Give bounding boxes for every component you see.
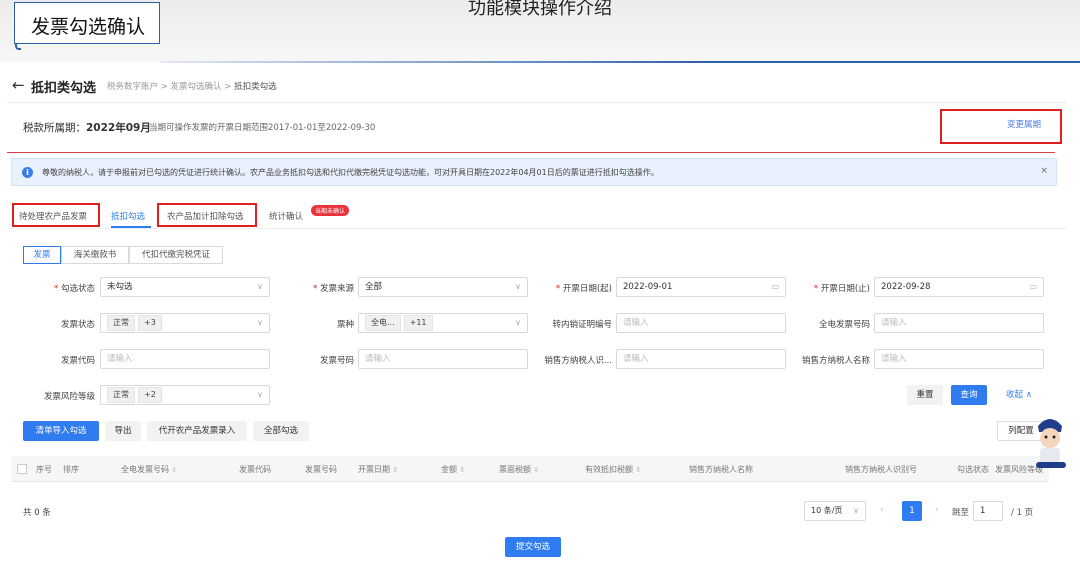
back-arrow-icon[interactable]: ← xyxy=(12,76,25,94)
breadcrumb: 税务数字账户 > 发票勾选确认 > 抵扣类勾选 xyxy=(107,82,277,92)
number-label: 发票号码 xyxy=(319,356,354,366)
col-full-number[interactable]: 全电发票号码 ⇕ xyxy=(121,464,177,475)
assistant-mascot-icon[interactable] xyxy=(1030,410,1070,470)
total-pages: / 1 页 xyxy=(1011,508,1034,518)
risk-select[interactable]: 正常 +2 ∨ xyxy=(100,385,270,405)
risk-label: 发票风险等级 xyxy=(43,392,95,402)
col-effective-tax[interactable]: 有效抵扣税额 ⇕ xyxy=(585,464,641,475)
invoice-status-select[interactable]: 正常 +3 ∨ xyxy=(100,313,270,333)
section-badge: 发票勾选确认 xyxy=(14,2,160,44)
status-label: * 勾选状态 xyxy=(54,284,95,294)
export-button[interactable]: 导出 xyxy=(105,421,141,441)
divider xyxy=(7,102,1067,103)
breadcrumb-item[interactable]: 税务数字账户 xyxy=(107,82,158,92)
tab-statistics-confirm[interactable]: 统计确认 xyxy=(269,210,303,222)
seller-id-input[interactable]: 请输入 xyxy=(616,349,786,369)
seller-name-label: 销售方纳税人名称 xyxy=(801,356,870,366)
period-label: 税款所属期：2022年09月 xyxy=(23,122,151,134)
col-amount[interactable]: 金额 ⇕ xyxy=(441,464,465,475)
status-select[interactable]: 未勾选 ∨ xyxy=(100,277,270,297)
highlight-line xyxy=(7,152,1055,153)
invoice-status-label: 发票状态 xyxy=(60,320,95,330)
col-index: 序号 xyxy=(36,465,52,474)
full-number-input[interactable]: 请输入 xyxy=(874,313,1044,333)
query-button[interactable]: 查询 xyxy=(951,385,987,405)
submit-select-button[interactable]: 提交勾选 xyxy=(505,537,561,557)
seller-id-label: 销售方纳税人识... xyxy=(544,356,612,366)
kind-label: 票种 xyxy=(336,320,354,330)
tabs-divider xyxy=(7,228,1067,229)
source-label: * 发票来源 xyxy=(313,284,354,294)
date-to-label: * 开票日期(止) xyxy=(813,284,870,294)
agri-entry-button[interactable]: 代开农产品发票录入 xyxy=(147,421,247,441)
reset-button[interactable]: 重置 xyxy=(907,385,943,405)
notice-banner: i 尊敬的纳税人，请于申报前对已勾选的凭证进行统计确认。农产品业务抵扣勾选和代扣… xyxy=(11,158,1057,186)
col-seller-name: 销售方纳税人名称 xyxy=(689,465,753,474)
kind-select[interactable]: 全电... +11 ∨ xyxy=(358,313,528,333)
section-badge-text: 发票勾选确认 xyxy=(30,16,145,38)
segment-invoice[interactable]: 发票 xyxy=(23,246,61,264)
page-button-current[interactable]: 1 xyxy=(902,501,922,521)
tab-deduction-select[interactable]: 抵扣勾选 xyxy=(111,210,145,222)
code-label: 发票代码 xyxy=(60,356,95,366)
page-size-select[interactable]: 10 条/页 ∨ xyxy=(804,501,866,521)
col-number: 发票号码 xyxy=(305,465,337,474)
col-select-status: 勾选状态 xyxy=(957,465,989,474)
period-value: 2022年09月 xyxy=(86,122,151,134)
col-order: 排序 xyxy=(63,465,79,474)
slide-divider xyxy=(160,61,1080,63)
highlight-box xyxy=(12,203,100,227)
collapse-toggle[interactable]: 收起 ∧ xyxy=(997,385,1041,405)
date-from-input[interactable]: 2022-09-01 ▭ xyxy=(616,277,786,297)
code-input[interactable]: 请输入 xyxy=(100,349,270,369)
close-icon[interactable]: × xyxy=(1040,166,1048,176)
col-tax[interactable]: 票面税额 ⇕ xyxy=(499,464,539,475)
next-page-icon[interactable]: › xyxy=(935,505,939,515)
highlight-box xyxy=(940,109,1062,144)
segment-customs[interactable]: 海关缴款书 xyxy=(61,246,129,264)
col-seller-id: 销售方纳税人识别号 xyxy=(845,465,917,474)
seller-name-input[interactable]: 请输入 xyxy=(874,349,1044,369)
col-date[interactable]: 开票日期 ⇕ xyxy=(358,464,398,475)
select-all-button[interactable]: 全部勾选 xyxy=(253,421,309,441)
transfer-label: 转内销证明编号 xyxy=(552,320,612,330)
notice-text: 尊敬的纳税人，请于申报前对已勾选的凭证进行统计确认。农产品业务抵扣勾选和代扣代缴… xyxy=(42,168,659,177)
source-select[interactable]: 全部 ∨ xyxy=(358,277,528,297)
total-count: 共 0 条 xyxy=(23,508,51,518)
app-window: ← 抵扣类勾选 税务数字账户 > 发票勾选确认 > 抵扣类勾选 税款所属期：20… xyxy=(7,66,1067,561)
number-input[interactable]: 请输入 xyxy=(358,349,528,369)
status-badge: 当期未确认 xyxy=(311,205,350,216)
col-code: 发票代码 xyxy=(239,465,271,474)
page-title: 抵扣类勾选 xyxy=(31,81,97,96)
slide-title: 功能模块操作介绍 xyxy=(468,0,612,19)
date-from-label: * 开票日期(起) xyxy=(555,284,612,294)
highlight-box xyxy=(157,203,257,227)
period-range: 当期可操作发票的开票日期范围2017-01-01至2022-09-30 xyxy=(149,123,376,133)
segment-withholding[interactable]: 代扣代缴完税凭证 xyxy=(129,246,223,264)
transfer-input[interactable]: 请输入 xyxy=(616,313,786,333)
breadcrumb-item[interactable]: 发票勾选确认 xyxy=(171,82,222,92)
goto-input[interactable]: 1 xyxy=(973,501,1003,521)
goto-label: 跳至 xyxy=(952,508,970,518)
full-number-label: 全电发票号码 xyxy=(818,320,870,330)
date-to-input[interactable]: 2022-09-28 ▭ xyxy=(874,277,1044,297)
prev-page-icon[interactable]: ‹ xyxy=(880,505,884,515)
breadcrumb-current: 抵扣类勾选 xyxy=(234,82,277,92)
import-select-button[interactable]: 清单导入勾选 xyxy=(23,421,99,441)
select-all-checkbox[interactable] xyxy=(17,464,27,474)
info-icon: i xyxy=(22,167,33,178)
